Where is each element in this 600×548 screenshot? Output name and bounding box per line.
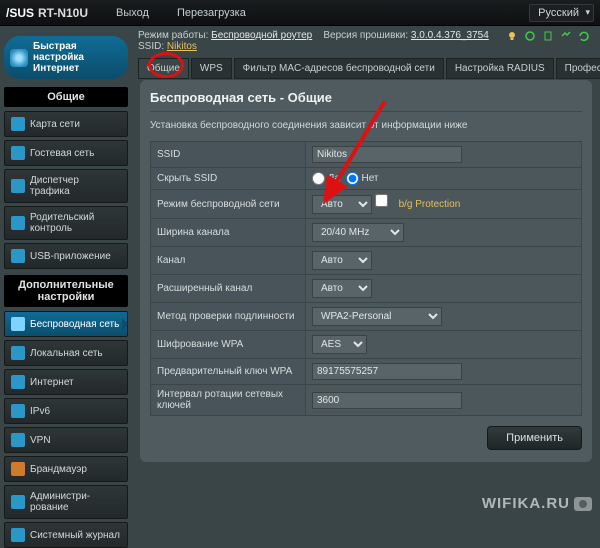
fire-icon <box>11 462 25 476</box>
row-hide-label: Скрыть SSID <box>151 168 306 190</box>
watermark: WIFIKA.RU <box>482 495 592 512</box>
traffic-icon <box>11 179 25 193</box>
nav-parental[interactable]: Родительский контроль <box>4 206 128 240</box>
hide-no-radio[interactable] <box>346 172 359 185</box>
log-icon <box>11 528 25 542</box>
extch-select[interactable]: Авто <box>312 279 372 298</box>
nav-label: Системный журнал <box>30 530 120 541</box>
section-general: Общие <box>4 87 128 107</box>
lan-icon <box>11 346 25 360</box>
chwidth-select[interactable]: 20/40 MHz <box>312 223 404 242</box>
apply-button[interactable]: Применить <box>487 426 582 450</box>
settings-panel: Беспроводная сеть - Общие Установка бесп… <box>140 80 592 462</box>
nav-guest[interactable]: Гостевая сеть <box>4 140 128 166</box>
bgp-checkbox[interactable] <box>375 194 388 207</box>
nav-label: IPv6 <box>30 406 50 417</box>
yes-label: Да <box>328 173 340 184</box>
nav-vpn[interactable]: VPN <box>4 427 128 453</box>
model-label: RT-N10U <box>38 6 88 20</box>
brand-logo: /SUS <box>6 6 34 20</box>
nav-firewall[interactable]: Брандмауэр <box>4 456 128 482</box>
nav-label: Карта сети <box>30 119 80 130</box>
row-ssid-label: SSID <box>151 142 306 168</box>
mode-select[interactable]: Авто <box>312 195 372 214</box>
logout-link[interactable]: Выход <box>116 7 149 19</box>
nav-label: Администри-рование <box>30 491 121 513</box>
rekey-input[interactable] <box>312 392 462 409</box>
vpn-icon <box>11 433 25 447</box>
nav-networkmap[interactable]: Карта сети <box>4 111 128 137</box>
hide-yes-radio[interactable] <box>312 172 325 185</box>
bgp-label: b/g Protection <box>399 199 461 210</box>
ssid-input[interactable] <box>312 146 462 163</box>
ipv6-icon <box>11 404 25 418</box>
map-icon <box>11 117 25 131</box>
enc-select[interactable]: AES <box>312 335 367 354</box>
guest-icon <box>11 146 25 160</box>
nav-ipv6[interactable]: IPv6 <box>4 398 128 424</box>
nav-label: Родительский контроль <box>30 212 121 234</box>
wand-icon <box>10 49 28 67</box>
nav-label: Интернет <box>30 377 74 388</box>
quick-label: Быстрая настройка Интернет <box>33 41 122 74</box>
reboot-link[interactable]: Перезагрузка <box>177 7 246 19</box>
nav-wan[interactable]: Интернет <box>4 369 128 395</box>
row-rekey-label: Интервал ротации сетевых ключей <box>151 385 306 416</box>
no-label: Нет <box>361 173 378 184</box>
nav-label: Беспроводная сеть <box>30 319 119 330</box>
row-psk-label: Предварительный ключ WPA <box>151 359 306 385</box>
panel-desc: Установка беспроводного соединения завис… <box>150 112 582 141</box>
usb-icon <box>11 249 25 263</box>
gear-icon <box>11 495 25 509</box>
section-advanced: Дополнительные настройки <box>4 275 128 307</box>
nav-traffic[interactable]: Диспетчер трафика <box>4 169 128 203</box>
globe-icon <box>11 375 25 389</box>
row-auth-label: Метод проверки подлинности <box>151 303 306 331</box>
nav-lan[interactable]: Локальная сеть <box>4 340 128 366</box>
row-chwidth-label: Ширина канала <box>151 219 306 247</box>
language-select[interactable]: Русский <box>529 4 594 22</box>
psk-input[interactable] <box>312 363 462 380</box>
auth-select[interactable]: WPA2-Personal <box>312 307 442 326</box>
wifi-icon <box>11 317 25 331</box>
nav-usb[interactable]: USB-приложение <box>4 243 128 269</box>
nav-label: Гостевая сеть <box>30 148 94 159</box>
nav-label: USB-приложение <box>30 251 111 262</box>
nav-admin[interactable]: Администри-рование <box>4 485 128 519</box>
nav-label: Брандмауэр <box>30 464 87 475</box>
nav-label: Локальная сеть <box>30 348 103 359</box>
nav-label: VPN <box>30 435 51 446</box>
nav-wireless[interactable]: Беспроводная сеть <box>4 311 128 337</box>
nav-syslog[interactable]: Системный журнал <box>4 522 128 548</box>
panel-title: Беспроводная сеть - Общие <box>150 90 582 112</box>
row-enc-label: Шифрование WPA <box>151 331 306 359</box>
nav-label: Диспетчер трафика <box>30 175 121 197</box>
row-extch-label: Расширенный канал <box>151 275 306 303</box>
parental-icon <box>11 216 25 230</box>
row-mode-label: Режим беспроводной сети <box>151 190 306 219</box>
camera-icon <box>574 497 592 511</box>
quick-setup-button[interactable]: Быстрая настройка Интернет <box>4 36 128 79</box>
row-channel-label: Канал <box>151 247 306 275</box>
channel-select[interactable]: Авто <box>312 251 372 270</box>
